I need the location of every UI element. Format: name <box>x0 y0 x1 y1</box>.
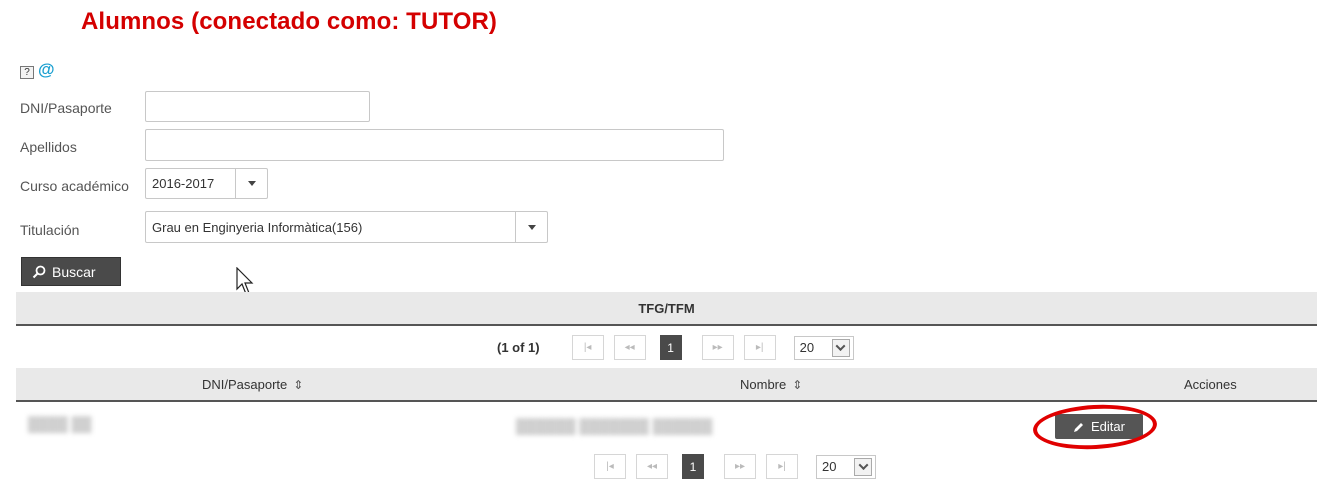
apellidos-label: Apellidos <box>20 139 77 155</box>
curso-selected-value: 2016-2017 <box>152 176 215 191</box>
last-page-button[interactable]: ▸| <box>743 335 776 360</box>
table-header: DNI/Pasaporte ⇕ Nombre ⇕ Acciones <box>16 368 1317 402</box>
curso-dropdown-arrow[interactable] <box>235 169 267 198</box>
first-page-button[interactable]: |◂ <box>571 335 604 360</box>
sort-icon: ⇕ <box>792 378 803 392</box>
page-title: Alumnos (conectado como: TUTOR) <box>81 8 497 35</box>
dni-label: DNI/Pasaporte <box>20 100 112 116</box>
cell-dni: ████ ██ <box>28 416 92 432</box>
column-header-nombre[interactable]: Nombre ⇕ <box>740 377 802 392</box>
last-page-button[interactable]: ▸| <box>766 454 798 479</box>
titulacion-select[interactable]: Grau en Enginyeria Informàtica(156) <box>145 211 548 243</box>
apellidos-input[interactable] <box>145 129 724 161</box>
paginator-bottom: |◂ ◂◂ 1 ▸▸ ▸| 20 <box>594 454 876 479</box>
paginator-top: (1 of 1) |◂ ◂◂ 1 ▸▸ ▸| 20 <box>497 335 854 360</box>
titulacion-selected-value: Grau en Enginyeria Informàtica(156) <box>152 219 363 235</box>
rows-per-page-value: 20 <box>799 340 815 355</box>
at-icon[interactable]: @ <box>38 61 55 79</box>
dni-input[interactable] <box>145 91 370 122</box>
rows-per-page-select[interactable]: 20 <box>816 454 876 479</box>
next-page-button[interactable]: ▸▸ <box>701 335 734 360</box>
column-header-dni[interactable]: DNI/Pasaporte ⇕ <box>202 377 303 392</box>
rows-per-page-value: 20 <box>822 459 837 474</box>
search-button-label: Buscar <box>52 263 96 280</box>
chevron-down-icon <box>247 181 256 186</box>
curso-select[interactable]: 2016-2017 <box>145 168 268 199</box>
first-page-button[interactable]: |◂ <box>594 454 626 479</box>
titulacion-dropdown-arrow[interactable] <box>515 212 547 242</box>
titulacion-label: Titulación <box>20 222 80 238</box>
table-caption: TFG/TFM <box>16 292 1317 326</box>
prev-page-button[interactable]: ◂◂ <box>613 335 646 360</box>
page-1-button[interactable]: 1 <box>682 454 704 479</box>
chevron-down-icon <box>831 338 850 357</box>
sort-icon: ⇕ <box>293 378 304 392</box>
rows-per-page-select[interactable]: 20 <box>793 335 854 360</box>
cell-nombre: ██████ ███████ ██████ <box>516 418 713 434</box>
search-icon <box>32 265 46 278</box>
next-page-button[interactable]: ▸▸ <box>724 454 756 479</box>
prev-page-button[interactable]: ◂◂ <box>636 454 668 479</box>
curso-label: Curso académico <box>20 178 129 194</box>
help-icon[interactable]: ? <box>20 66 34 79</box>
column-header-acciones: Acciones <box>1184 377 1237 392</box>
chevron-down-icon <box>527 224 536 230</box>
page-report: (1 of 1) <box>497 340 540 355</box>
search-button[interactable]: Buscar <box>21 257 121 286</box>
page-1-button[interactable]: 1 <box>659 335 682 360</box>
chevron-down-icon <box>854 457 872 476</box>
